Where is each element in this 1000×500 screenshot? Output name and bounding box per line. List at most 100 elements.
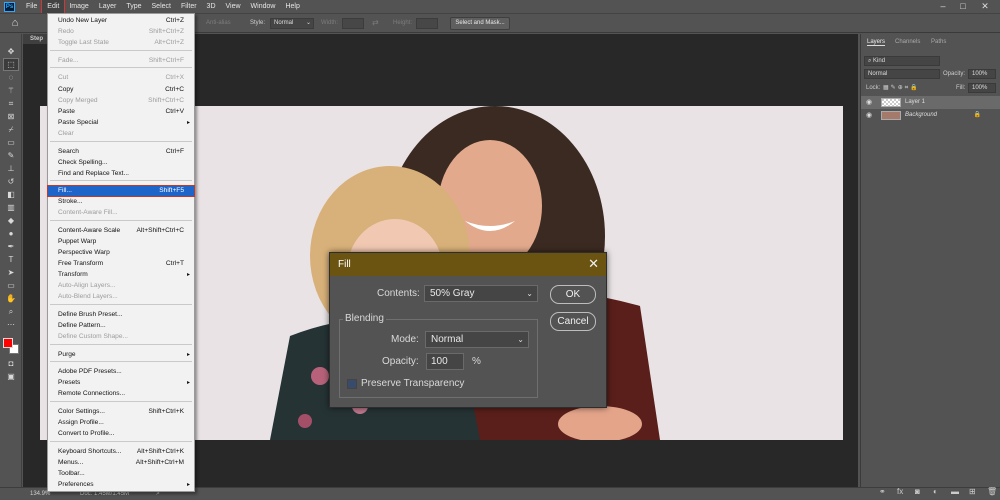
menu-item-paste[interactable]: Paste Ctrl+V	[48, 107, 194, 117]
blend-mode-select[interactable]: Normal	[864, 69, 940, 79]
menu-item-search[interactable]: Search Ctrl+F	[48, 147, 194, 157]
menu-item-stroke[interactable]: Stroke...	[48, 197, 194, 207]
dialog-titlebar[interactable]: Fill ✕	[330, 253, 606, 276]
menu-filter[interactable]: Filter	[176, 0, 202, 13]
crop-tool-icon[interactable]: ⌗	[4, 98, 18, 109]
zoom-tool-icon[interactable]: ⌕	[4, 306, 18, 317]
link-layers-icon[interactable]: ⚭	[879, 487, 886, 496]
shape-tool-icon[interactable]: ▭	[4, 280, 18, 291]
menu-item-assign-profile[interactable]: Assign Profile...	[48, 418, 194, 428]
menu-3d[interactable]: 3D	[202, 0, 221, 13]
menu-item-find-and-replace-text[interactable]: Find and Replace Text...	[48, 169, 194, 179]
mode-select[interactable]: Normal ⌄	[425, 331, 529, 348]
add-mask-icon[interactable]: ◙	[915, 487, 920, 496]
close-icon[interactable]: ✕	[588, 256, 599, 271]
screen-mode-icon[interactable]: ▣	[4, 371, 18, 382]
clone-stamp-tool-icon[interactable]: ⊥	[4, 163, 18, 174]
menu-item-puppet-warp[interactable]: Puppet Warp	[48, 237, 194, 247]
menu-item-color-settings[interactable]: Color Settings... Shift+Ctrl+K	[48, 407, 194, 417]
home-icon[interactable]: ⌂	[8, 17, 22, 29]
menu-item-keyboard-shortcuts[interactable]: Keyboard Shortcuts... Alt+Shift+Ctrl+K	[48, 447, 194, 457]
menu-type[interactable]: Type	[121, 0, 146, 13]
menu-item-fade[interactable]: Fade... Shift+Ctrl+F	[48, 56, 194, 66]
dodge-tool-icon[interactable]: ●	[4, 228, 18, 239]
fill-field[interactable]: 100%	[968, 83, 996, 93]
opacity-field[interactable]: 100%	[968, 69, 996, 79]
width-field[interactable]	[342, 18, 364, 29]
swap-icon[interactable]: ⇄	[372, 18, 379, 27]
kind-filter-select[interactable]: ⌕ Kind	[864, 56, 940, 66]
contents-select[interactable]: 50% Gray ⌄	[424, 285, 538, 302]
menu-item-toggle-last-state[interactable]: Toggle Last State Alt+Ctrl+Z	[48, 38, 194, 48]
minimize-icon[interactable]: –	[934, 0, 952, 13]
lasso-tool-icon[interactable]: ◌	[4, 72, 18, 83]
layer-style-icon[interactable]: fx	[897, 487, 903, 496]
blur-tool-icon[interactable]: ◆	[4, 215, 18, 226]
frame-tool-icon[interactable]: ⊠	[4, 111, 18, 122]
menu-item-convert-to-profile[interactable]: Convert to Profile...	[48, 429, 194, 439]
menu-file[interactable]: File	[21, 0, 42, 13]
opacity-input[interactable]: 100	[426, 353, 464, 370]
menu-item-adobe-pdf-presets[interactable]: Adobe PDF Presets...	[48, 367, 194, 377]
menu-item-content-aware-scale[interactable]: Content-Aware Scale Alt+Shift+Ctrl+C	[48, 226, 194, 236]
history-brush-tool-icon[interactable]: ↺	[4, 176, 18, 187]
menu-select[interactable]: Select	[147, 0, 176, 13]
menu-item-paste-special[interactable]: Paste Special ▸	[48, 118, 194, 128]
menu-item-undo-new-layer[interactable]: Undo New Layer Ctrl+Z	[48, 16, 194, 26]
menu-item-check-spelling[interactable]: Check Spelling...	[48, 158, 194, 168]
menu-item-remote-connections[interactable]: Remote Connections...	[48, 389, 194, 399]
foreground-color-swatch[interactable]	[3, 338, 13, 348]
tab-channels[interactable]: Channels	[895, 39, 920, 45]
close-window-icon[interactable]: ✕	[976, 0, 994, 13]
healing-brush-tool-icon[interactable]: ▭	[4, 137, 18, 148]
menu-item-cut[interactable]: Cut Ctrl+X	[48, 73, 194, 83]
pen-tool-icon[interactable]: ✒	[4, 241, 18, 252]
menu-item-transform[interactable]: Transform ▸	[48, 270, 194, 280]
magic-wand-tool-icon[interactable]: ⚚	[4, 85, 18, 96]
marquee-tool-icon[interactable]: ⬚	[3, 58, 19, 71]
trash-icon[interactable]: 🗑	[987, 487, 997, 496]
eraser-tool-icon[interactable]: ◧	[4, 189, 18, 200]
height-field[interactable]	[416, 18, 438, 29]
anti-alias-label[interactable]: Anti-alias	[206, 20, 231, 26]
menu-item-clear[interactable]: Clear	[48, 129, 194, 139]
quick-mask-icon[interactable]: ◘	[4, 358, 18, 369]
maximize-icon[interactable]: □	[954, 0, 972, 13]
menu-window[interactable]: Window	[246, 0, 281, 13]
menu-item-preferences[interactable]: Preferences ▸	[48, 480, 194, 490]
new-layer-icon[interactable]: ⊞	[969, 487, 976, 496]
menu-item-redo[interactable]: Redo Shift+Ctrl+Z	[48, 27, 194, 37]
type-tool-icon[interactable]: T	[4, 254, 18, 265]
menu-item-copy[interactable]: Copy Ctrl+C	[48, 85, 194, 95]
brush-tool-icon[interactable]: ✎	[4, 150, 18, 161]
menu-item-free-transform[interactable]: Free Transform Ctrl+T	[48, 259, 194, 269]
adjustment-layer-icon[interactable]: ◐	[933, 487, 938, 496]
menu-image[interactable]: Image	[64, 0, 93, 13]
move-tool-icon[interactable]: ✥	[4, 46, 18, 57]
menu-layer[interactable]: Layer	[94, 0, 122, 13]
menu-item-purge[interactable]: Purge ▸	[48, 350, 194, 360]
menu-item-fill[interactable]: Fill... Shift+F5	[47, 185, 195, 197]
menu-item-menus[interactable]: Menus... Alt+Shift+Ctrl+M	[48, 458, 194, 468]
path-selection-tool-icon[interactable]: ➤	[4, 267, 18, 278]
menu-item-auto-blend-layers[interactable]: Auto-Blend Layers...	[48, 292, 194, 302]
more-tools-icon[interactable]: ⋯	[4, 319, 18, 330]
select-and-mask-button[interactable]: Select and Mask...	[450, 17, 510, 30]
lock-options-icon[interactable]: ▦✎⊕⌗🔒	[883, 84, 920, 92]
hand-tool-icon[interactable]: ✋	[4, 293, 18, 304]
menu-edit[interactable]: Edit	[41, 0, 66, 14]
eye-icon[interactable]: ◉	[866, 109, 872, 122]
preserve-transparency-checkbox[interactable]	[347, 379, 357, 389]
cancel-button[interactable]: Cancel	[550, 312, 596, 331]
style-select[interactable]: Normal ⌄	[270, 18, 314, 29]
gradient-tool-icon[interactable]: ▥	[4, 202, 18, 213]
menu-help[interactable]: Help	[280, 0, 304, 13]
menu-view[interactable]: View	[221, 0, 246, 13]
menu-item-define-pattern[interactable]: Define Pattern...	[48, 321, 194, 331]
tab-paths[interactable]: Paths	[931, 39, 946, 45]
eye-icon[interactable]: ◉	[866, 96, 872, 109]
layer-row-layer-1[interactable]: ◉ Layer 1	[861, 96, 1000, 109]
menu-item-content-aware-fill[interactable]: Content-Aware Fill...	[48, 208, 194, 218]
menu-item-define-custom-shape[interactable]: Define Custom Shape...	[48, 332, 194, 342]
menu-item-define-brush-preset[interactable]: Define Brush Preset...	[48, 310, 194, 320]
